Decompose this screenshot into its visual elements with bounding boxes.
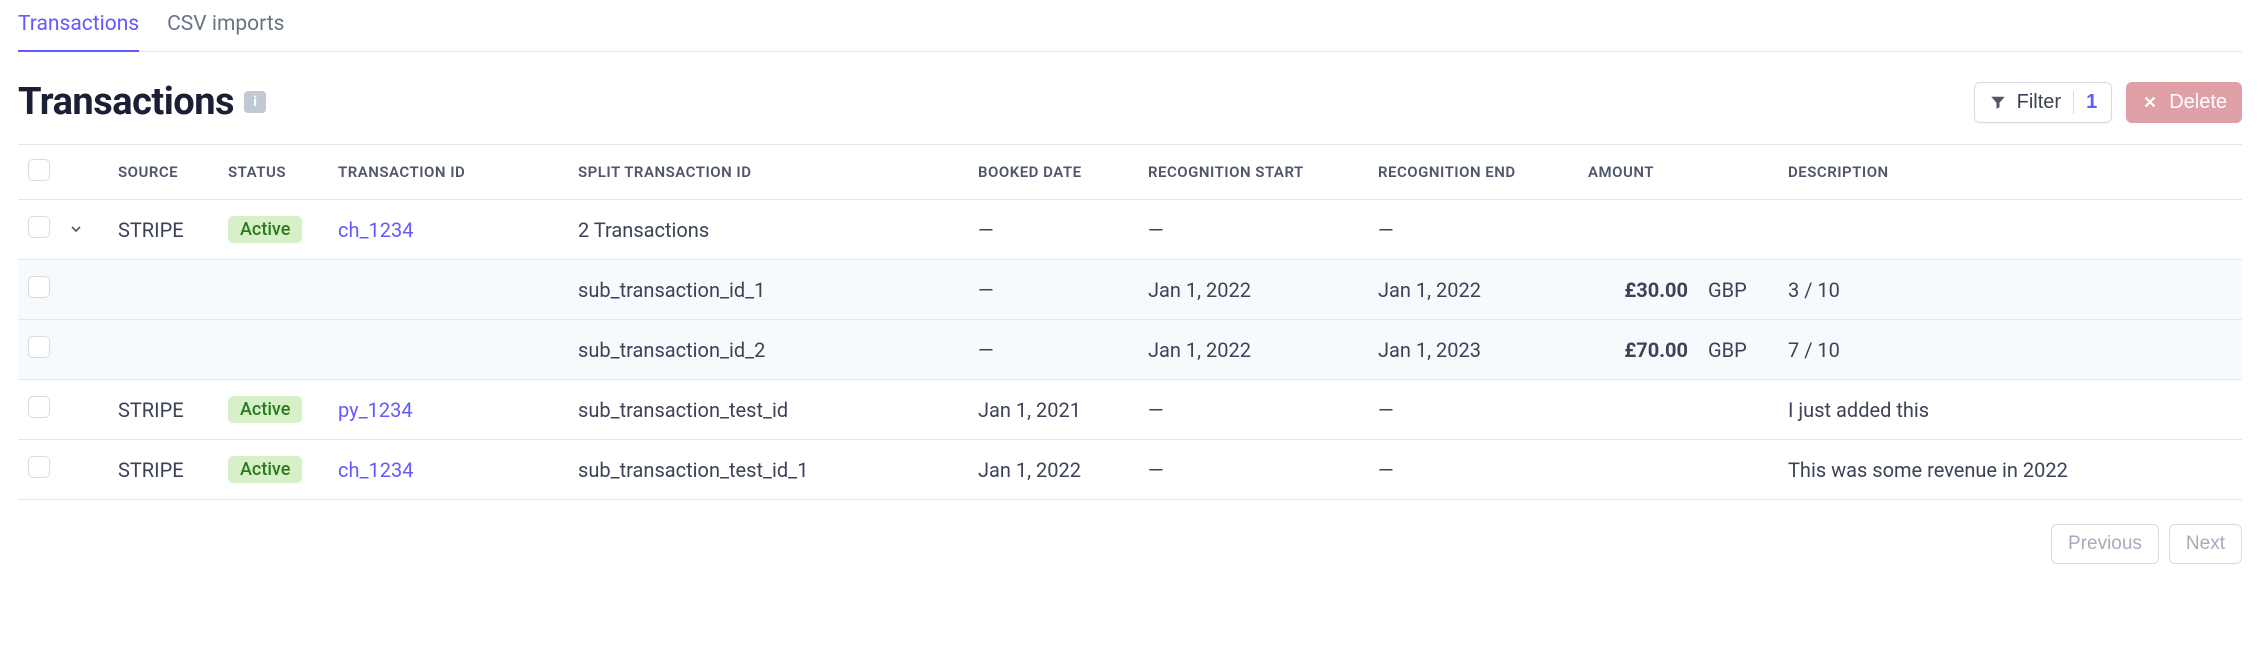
status-badge: Active xyxy=(228,456,302,483)
col-recend: RECOGNITION END xyxy=(1368,145,1578,200)
cell-split: sub_transaction_test_id xyxy=(568,380,968,440)
info-icon[interactable]: i xyxy=(244,91,266,113)
col-source: SOURCE xyxy=(108,145,218,200)
delete-label: Delete xyxy=(2169,91,2227,114)
tab-transactions[interactable]: Transactions xyxy=(18,0,139,52)
row-checkbox[interactable] xyxy=(28,216,50,238)
row-checkbox[interactable] xyxy=(28,276,50,298)
transaction-link[interactable]: py_1234 xyxy=(338,398,413,422)
actions: Filter 1 Delete xyxy=(1974,82,2242,123)
previous-button[interactable]: Previous xyxy=(2051,524,2159,564)
tabs: Transactions CSV imports xyxy=(18,0,2242,52)
table-row: STRIPEActivech_12342 Transactions——— xyxy=(18,200,2242,260)
cell-description: I just added this xyxy=(1778,380,2242,440)
close-icon xyxy=(2141,93,2159,111)
cell-source: STRIPE xyxy=(108,380,218,440)
tab-csv-imports[interactable]: CSV imports xyxy=(167,0,284,52)
cell-currency xyxy=(1698,200,1778,260)
cell-description: This was some revenue in 2022 xyxy=(1778,440,2242,500)
pagination: Previous Next xyxy=(18,500,2242,588)
delete-button[interactable]: Delete xyxy=(2126,82,2242,123)
cell-amount: £70.00 xyxy=(1578,320,1698,380)
cell-source xyxy=(108,260,218,320)
cell-amount xyxy=(1578,440,1698,500)
transaction-link[interactable]: ch_1234 xyxy=(338,458,413,482)
page-title: Transactions xyxy=(18,80,234,124)
cell-description xyxy=(1778,200,2242,260)
cell-recognition-end: Jan 1, 2023 xyxy=(1368,320,1578,380)
cell-booked: — xyxy=(968,260,1138,320)
cell-split: sub_transaction_id_2 xyxy=(568,320,968,380)
cell-booked: Jan 1, 2022 xyxy=(968,440,1138,500)
cell-recognition-start: — xyxy=(1138,200,1368,260)
table-row: STRIPE Active py_1234 sub_transaction_test_… xyxy=(18,380,2242,440)
cell-description: 3 / 10 xyxy=(1778,260,2242,320)
cell-amount xyxy=(1578,200,1698,260)
cell-split: sub_transaction_test_id_1 xyxy=(568,440,968,500)
cell-currency xyxy=(1698,380,1778,440)
cell-recognition-end: Jan 1, 2022 xyxy=(1368,260,1578,320)
chevron-down-icon[interactable] xyxy=(68,221,84,237)
cell-amount xyxy=(1578,380,1698,440)
col-amount: AMOUNT xyxy=(1578,145,1778,200)
select-all-checkbox[interactable] xyxy=(28,159,50,181)
row-checkbox[interactable] xyxy=(28,336,50,358)
table-header-row: SOURCE STATUS TRANSACTION ID SPLIT TRANS… xyxy=(18,145,2242,200)
cell-split: 2 Transactions xyxy=(568,200,968,260)
filter-button[interactable]: Filter 1 xyxy=(1974,82,2113,123)
status-badge: Active xyxy=(228,396,302,423)
col-split: SPLIT TRANSACTION ID xyxy=(568,145,968,200)
cell-recognition-start: — xyxy=(1138,440,1368,500)
row-checkbox[interactable] xyxy=(28,396,50,418)
filter-count: 1 xyxy=(2073,91,2097,114)
cell-booked: Jan 1, 2021 xyxy=(968,380,1138,440)
table-row: sub_transaction_id_1—Jan 1, 2022Jan 1, 2… xyxy=(18,260,2242,320)
cell-currency: GBP xyxy=(1698,320,1778,380)
status-badge: Active xyxy=(228,216,302,243)
filter-icon xyxy=(1989,93,2007,111)
title-wrap: Transactions i xyxy=(18,80,266,124)
row-checkbox[interactable] xyxy=(28,456,50,478)
cell-recognition-end: — xyxy=(1368,440,1578,500)
col-booked: BOOKED DATE xyxy=(968,145,1138,200)
cell-booked: — xyxy=(968,200,1138,260)
cell-source: STRIPE xyxy=(108,200,218,260)
cell-recognition-end: — xyxy=(1368,380,1578,440)
cell-source xyxy=(108,320,218,380)
col-desc: DESCRIPTION xyxy=(1778,145,2242,200)
header: Transactions i Filter 1 Delete xyxy=(18,52,2242,144)
cell-split: sub_transaction_id_1 xyxy=(568,260,968,320)
table-row: STRIPE Active ch_1234 sub_transaction_test_… xyxy=(18,440,2242,500)
cell-amount: £30.00 xyxy=(1578,260,1698,320)
cell-recognition-start: Jan 1, 2022 xyxy=(1138,260,1368,320)
next-button[interactable]: Next xyxy=(2169,524,2242,564)
cell-currency xyxy=(1698,440,1778,500)
cell-description: 7 / 10 xyxy=(1778,320,2242,380)
cell-source: STRIPE xyxy=(108,440,218,500)
table-row: sub_transaction_id_2—Jan 1, 2022Jan 1, 2… xyxy=(18,320,2242,380)
col-status: STATUS xyxy=(218,145,328,200)
cell-currency: GBP xyxy=(1698,260,1778,320)
transactions-table: SOURCE STATUS TRANSACTION ID SPLIT TRANS… xyxy=(18,144,2242,500)
filter-label: Filter xyxy=(2017,91,2061,114)
col-recstart: RECOGNITION START xyxy=(1138,145,1368,200)
col-txid: TRANSACTION ID xyxy=(328,145,568,200)
cell-booked: — xyxy=(968,320,1138,380)
cell-recognition-start: Jan 1, 2022 xyxy=(1138,320,1368,380)
cell-recognition-start: — xyxy=(1138,380,1368,440)
cell-recognition-end: — xyxy=(1368,200,1578,260)
transaction-link[interactable]: ch_1234 xyxy=(338,218,413,242)
